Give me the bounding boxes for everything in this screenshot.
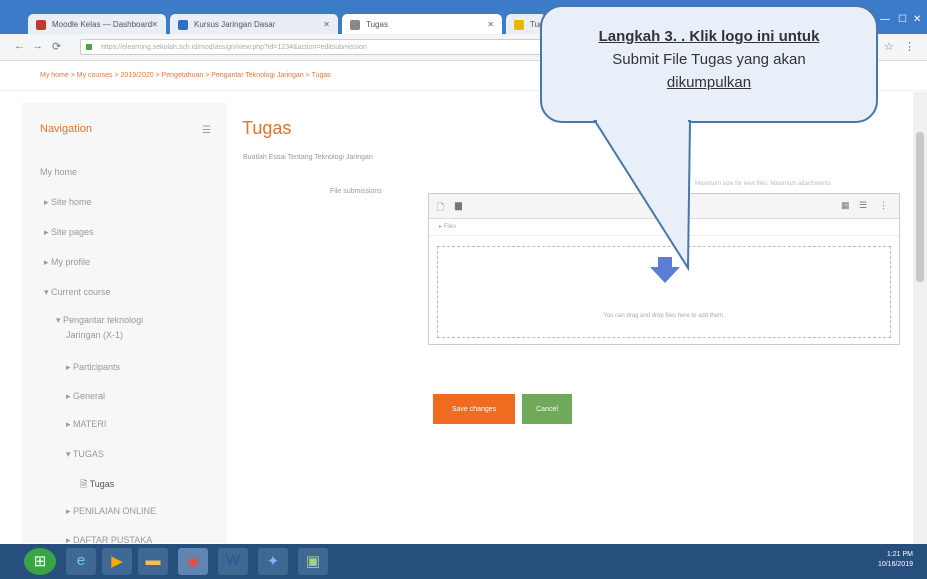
clock-time: 1:21 PM — [886, 551, 913, 558]
tutorial-callout: Langkah 3. . Klik logo ini untuk Submit … — [540, 5, 878, 123]
reload-icon[interactable]: ⟳ — [52, 40, 61, 53]
drop-hint: You can drag and drop files here to add … — [603, 313, 725, 319]
close-tab-icon[interactable]: ✕ — [151, 14, 158, 36]
sidebar-item-general[interactable]: ▸ General — [66, 391, 105, 402]
callout-line-2: Submit File Tugas yang akan — [612, 51, 806, 68]
browser-tab-active[interactable]: Tugas ✕ — [342, 14, 502, 36]
file-submissions-label: File submissions — [330, 188, 382, 195]
taskbar-explorer[interactable]: ▬ — [138, 548, 168, 575]
path-label: Files — [443, 224, 457, 230]
sidebar-item-label: General — [73, 391, 106, 401]
close-tab-icon[interactable]: ✕ — [323, 14, 330, 36]
tab-favicon-icon — [36, 20, 46, 30]
sidebar-item-label: MATERI — [73, 419, 107, 429]
assignment-description: Buatlah Essai Tentang Teknologi Jaringan — [243, 154, 373, 161]
taskbar-ie[interactable]: e — [66, 548, 96, 575]
sidebar-item-label: Site home — [51, 197, 92, 207]
windows-taskbar: ⊞ e ▶ ▬ ◉ W ✦ ▣ 1:21 PM 10/16/2019 — [0, 544, 927, 579]
sidebar-item-label: Pengantar teknologi — [63, 315, 144, 325]
tab-favicon-icon — [514, 20, 524, 30]
lock-icon — [86, 44, 92, 50]
taskbar-app[interactable]: ✦ — [258, 548, 288, 575]
tab-label: Kursus Jaringan Dasar — [194, 20, 276, 29]
sidebar-item-site-home[interactable]: ▸ Site home — [44, 197, 92, 208]
close-tab-icon[interactable]: ✕ — [487, 14, 494, 36]
navigation-block: Navigation ☰ My home ▸ Site home ▸ Site … — [22, 103, 227, 545]
tab-favicon-icon — [350, 20, 360, 30]
page-title: Tugas — [242, 118, 292, 138]
assignment-icon: 🗎 — [80, 479, 88, 489]
sidebar-item-label: Site pages — [51, 227, 94, 237]
back-icon[interactable]: ← — [14, 40, 25, 52]
file-picker-toolbar: 🗋 ▆ ▦ ☰ ⋮ — [429, 194, 899, 219]
view-tree-icon[interactable]: ⋮ — [879, 200, 888, 211]
image-viewer-icon: ▣ — [305, 553, 321, 570]
sidebar-item-tugas[interactable]: 🗎 Tugas — [80, 477, 114, 493]
browser-tab-1[interactable]: Moodle Kelas — Dashboard ✕ — [28, 14, 166, 36]
taskbar-word[interactable]: W — [218, 548, 248, 575]
taskbar-chrome[interactable]: ◉ — [178, 548, 208, 575]
save-changes-button[interactable]: Save changes — [433, 394, 515, 424]
taskbar-image[interactable]: ▣ — [298, 548, 328, 575]
bird-icon: ✦ — [266, 553, 280, 570]
word-icon: W — [225, 552, 241, 569]
system-clock[interactable]: 1:21 PM 10/16/2019 — [878, 550, 913, 570]
internet-explorer-icon: e — [76, 552, 86, 569]
sidebar-item-penilaian[interactable]: ▸ PENILAIAN ONLINE — [66, 506, 156, 517]
sidebar-item-my-home[interactable]: My home — [40, 167, 77, 177]
sidebar-item-course-line2[interactable]: Jaringan (X-1) — [66, 330, 123, 340]
sidebar-item-label: Tugas — [89, 479, 115, 489]
sidebar-item-current-course[interactable]: ▾ Current course — [44, 287, 111, 298]
forward-icon[interactable]: → — [32, 40, 43, 52]
cancel-button[interactable]: Cancel — [522, 394, 572, 424]
dock-block-icon[interactable]: ☰ — [202, 125, 211, 136]
create-folder-icon[interactable]: ▆ — [455, 200, 462, 211]
sidebar-item-label: TUGAS — [72, 449, 104, 459]
start-button[interactable]: ⊞ — [24, 548, 56, 575]
breadcrumb-text[interactable]: My home > My courses > 2019/2020 > Penge… — [40, 72, 331, 79]
sidebar-item-label: Current course — [51, 287, 111, 297]
media-player-icon: ▶ — [111, 553, 123, 570]
folder-icon: ▬ — [145, 552, 161, 569]
sidebar-item-label: PENILAIAN ONLINE — [73, 506, 157, 516]
callout-line-1: Langkah 3. . Klik logo ini untuk — [542, 25, 876, 48]
windows-logo-icon: ⊞ — [33, 553, 47, 570]
navigation-title: Navigation — [40, 123, 92, 135]
star-icon[interactable]: ☆ — [884, 40, 894, 53]
callout-line-3: dikumpulkan — [666, 74, 752, 91]
url-text: https://elearning.sekolah.sch.id/mod/ass… — [101, 44, 367, 51]
sidebar-item-my-profile[interactable]: ▸ My profile — [44, 257, 90, 268]
scrollbar-thumb[interactable] — [916, 132, 924, 282]
clock-date: 10/16/2019 — [877, 561, 913, 568]
sidebar-item-tugas-section[interactable]: ▾ TUGAS — [66, 449, 104, 460]
sidebar-item-label: My profile — [51, 257, 91, 267]
tab-label: Tugas — [366, 20, 388, 29]
upload-limits-text: Maximum size for new files: Maximum atta… — [695, 181, 831, 187]
minimize-icon[interactable]: — — [880, 14, 890, 25]
file-drop-area[interactable]: You can drag and drop files here to add … — [437, 246, 891, 338]
menu-icon[interactable]: ⋮ — [904, 40, 915, 53]
window-close-icon[interactable]: ✕ — [913, 14, 921, 25]
callout-step-text: Langkah 3. . Klik logo ini untuk — [598, 28, 820, 45]
view-icons-icon[interactable]: ▦ — [841, 200, 850, 211]
file-picker: 🗋 ▆ ▦ ☰ ⋮ ▸ Files You can drag and drop … — [428, 193, 900, 345]
add-file-icon[interactable]: 🗋 — [437, 200, 444, 216]
sidebar-item-course[interactable]: ▾ Pengantar teknologi — [56, 315, 143, 326]
page-scrollbar[interactable] — [913, 92, 927, 544]
upload-arrow-icon[interactable] — [650, 257, 680, 283]
chrome-icon: ◉ — [186, 553, 200, 570]
maximize-icon[interactable]: ☐ — [898, 14, 907, 25]
tab-favicon-icon — [178, 20, 188, 30]
file-picker-path[interactable]: ▸ Files — [429, 218, 899, 236]
sidebar-item-label: Participants — [73, 362, 121, 372]
sidebar-item-site-pages[interactable]: ▸ Site pages — [44, 227, 94, 238]
tab-label: Moodle Kelas — Dashboard — [52, 20, 153, 29]
view-list-icon[interactable]: ☰ — [859, 200, 867, 211]
sidebar-item-materi[interactable]: ▸ MATERI — [66, 419, 106, 430]
taskbar-media[interactable]: ▶ — [102, 548, 132, 575]
browser-tab-2[interactable]: Kursus Jaringan Dasar ✕ — [170, 14, 338, 36]
sidebar-item-participants[interactable]: ▸ Participants — [66, 362, 120, 373]
